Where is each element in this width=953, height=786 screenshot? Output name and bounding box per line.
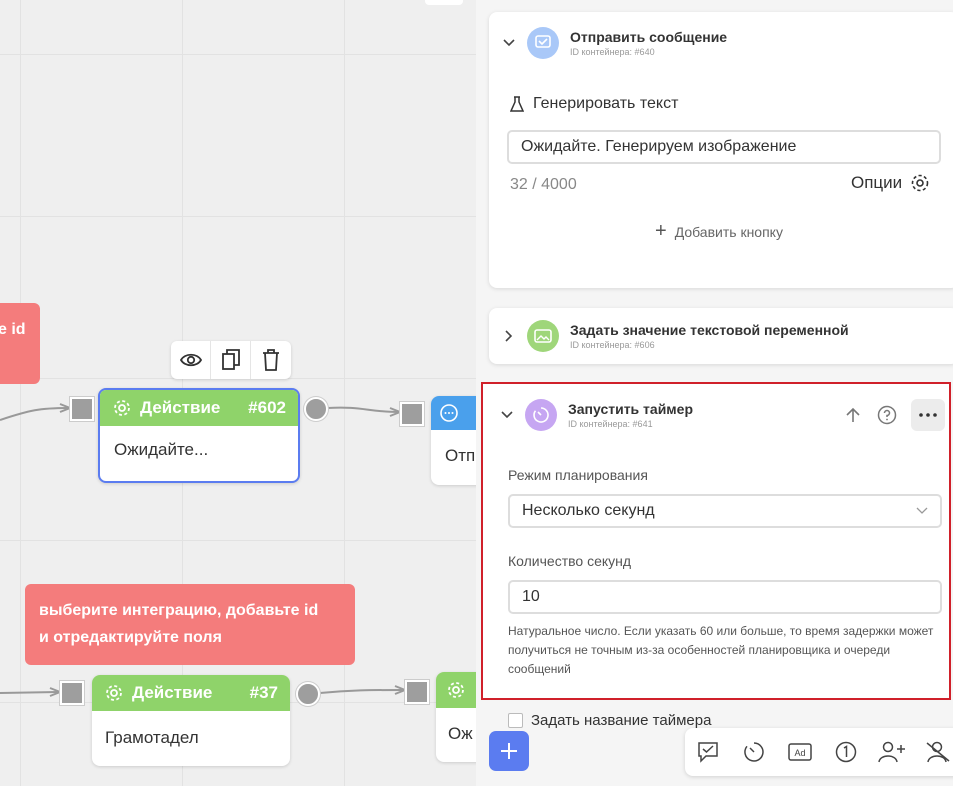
eye-icon[interactable] (171, 341, 211, 379)
node-header (431, 396, 480, 430)
timer-name-label: Задать название таймера (531, 712, 712, 729)
timer-icon[interactable] (731, 728, 777, 776)
node-input-port[interactable] (70, 397, 94, 421)
node-title: Действие (132, 683, 213, 702)
gear-icon (106, 685, 122, 701)
options-label: Опции (851, 173, 903, 192)
container-id: ID контейнера: #606 (570, 340, 655, 350)
timer-icon (525, 399, 557, 431)
node-body: Ожидайте... (114, 440, 209, 459)
copy-icon[interactable] (211, 341, 251, 379)
seconds-input[interactable]: 10 (508, 580, 942, 614)
trash-icon[interactable] (251, 341, 291, 379)
card-title: Отправить сообщение (570, 29, 728, 45)
node-id: #602 (248, 398, 286, 417)
error-note-text: e id (0, 321, 26, 338)
node-input-port[interactable] (400, 402, 424, 426)
node-output-port[interactable] (296, 682, 320, 706)
arrow-up-icon[interactable] (837, 407, 869, 423)
message-check-icon[interactable] (685, 728, 731, 776)
node-header (436, 672, 480, 708)
message-check-icon (527, 27, 559, 59)
send-message-card: Отправить сообщение ID контейнера: #640 … (489, 12, 953, 288)
node-header: Действие #602 (100, 390, 298, 426)
gear-icon (114, 400, 130, 416)
number-one-icon[interactable] (823, 728, 869, 776)
flask-icon (510, 96, 524, 112)
remove-user-icon[interactable] (915, 728, 953, 776)
options-button[interactable]: Опции (851, 173, 930, 193)
chevron-down-icon (916, 507, 928, 514)
generate-text-label: Генерировать текст (533, 95, 679, 112)
image-icon (527, 320, 559, 352)
node-body: Ож (448, 724, 473, 743)
chat-icon (440, 404, 458, 422)
mode-select-value: Несколько секунд (522, 502, 655, 519)
card-header[interactable]: Запустить таймер ID контейнера: #641 (483, 384, 949, 446)
card-header[interactable]: Задать значение текстовой переменной ID … (489, 308, 953, 364)
gear-icon (911, 174, 929, 192)
error-note[interactable]: e id (0, 303, 40, 384)
flow-canvas[interactable]: e id Действие #602 Ожидайте... Отп выбер… (0, 0, 480, 786)
card-actions (837, 399, 949, 431)
chevron-down-icon[interactable] (501, 35, 517, 51)
node-input-port[interactable] (405, 680, 429, 704)
add-button-label: Добавить кнопку (674, 223, 783, 240)
error-note-line2: и отредактируйте поля (39, 629, 222, 646)
container-id: ID контейнера: #641 (568, 419, 653, 429)
timer-name-checkbox[interactable] (508, 713, 523, 728)
block-type-toolbar: Ad (685, 728, 953, 776)
action-node-partial[interactable]: Ож (436, 672, 480, 762)
seconds-hint: Натуральное число. Если указать 60 или б… (508, 624, 934, 676)
error-note[interactable]: выберите интеграцию, добавьте id и отред… (25, 584, 355, 665)
node-toolbar (171, 341, 291, 379)
set-text-variable-card: Задать значение текстовой переменной ID … (489, 308, 953, 364)
action-node-37[interactable]: Действие #37 Грамотадел (92, 675, 290, 766)
seconds-label: Количество секунд (508, 553, 632, 569)
add-block-button[interactable] (489, 731, 529, 771)
node-fragment-top (425, 0, 463, 5)
container-id: ID контейнера: #640 (570, 47, 655, 57)
node-header: Действие #37 (92, 675, 290, 711)
plus-icon: + (655, 220, 667, 242)
message-node-partial[interactable]: Отп (431, 396, 480, 485)
seconds-value: 10 (522, 588, 540, 605)
more-icon[interactable] (911, 399, 945, 431)
gear-icon (448, 682, 464, 698)
card-header[interactable]: Отправить сообщение ID контейнера: #640 (489, 12, 953, 74)
node-title: Действие (140, 398, 221, 417)
mode-select[interactable]: Несколько секунд (508, 494, 942, 528)
node-id: #37 (249, 683, 278, 702)
char-count: 32 / 4000 (510, 176, 577, 193)
mode-label: Режим планирования (508, 467, 648, 483)
node-output-port[interactable] (304, 397, 328, 421)
message-text-value: Ожидайте. Генерируем изображение (521, 138, 797, 155)
add-user-icon[interactable] (869, 728, 915, 776)
svg-text:Ad: Ad (794, 748, 805, 758)
message-text-input[interactable]: Ожидайте. Генерируем изображение (507, 130, 941, 164)
plus-icon (501, 743, 517, 759)
chevron-right-icon[interactable] (501, 328, 517, 344)
generate-text-button[interactable]: Генерировать текст (510, 95, 678, 113)
timer-name-checkbox-row[interactable]: Задать название таймера (508, 712, 711, 729)
node-body: Грамотадел (105, 728, 199, 747)
card-title: Задать значение текстовой переменной (570, 322, 849, 338)
node-input-port[interactable] (60, 681, 84, 705)
properties-panel: Отправить сообщение ID контейнера: #640 … (476, 0, 953, 786)
chevron-down-icon[interactable] (499, 407, 515, 423)
card-title: Запустить таймер (568, 401, 693, 417)
node-body: Отп (445, 446, 476, 465)
error-note-line1: выберите интеграцию, добавьте id (39, 602, 319, 619)
help-icon[interactable] (871, 405, 903, 425)
action-node-602[interactable]: Действие #602 Ожидайте... (98, 388, 300, 483)
ad-icon[interactable]: Ad (777, 728, 823, 776)
add-button-button[interactable]: + Добавить кнопку (655, 220, 783, 243)
start-timer-card: Запустить таймер ID контейнера: #641 Реж… (481, 382, 951, 700)
